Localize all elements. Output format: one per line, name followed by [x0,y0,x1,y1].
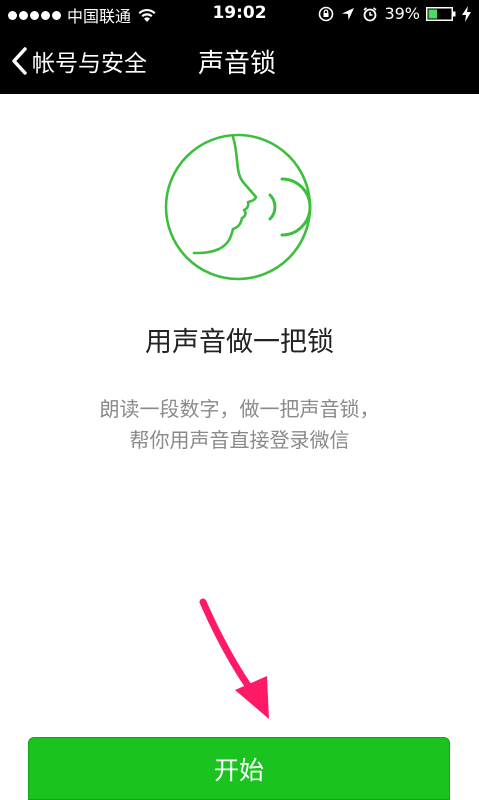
navigation-bar: 帐号与安全 声音锁 [0,28,479,94]
start-button[interactable]: 开始 [28,737,450,800]
charging-icon [462,5,471,22]
feature-description: 朗读一段数字，做一把声音锁， 帮你用声音直接登录微信 [0,394,479,456]
speaking-face-icon [164,133,312,281]
back-button[interactable]: 帐号与安全 [10,42,147,80]
page-title: 声音锁 [198,49,277,79]
location-icon [342,7,355,20]
description-line-2: 帮你用声音直接登录微信 [129,428,350,452]
back-button-label: 帐号与安全 [32,51,147,77]
battery-percent: 39% [384,4,420,23]
battery-icon [426,6,456,21]
status-right: 39% [318,4,471,23]
arrow-annotation-icon [199,598,269,719]
header: 中国联通 19:02 39% 帐号与安全 声音锁 [0,0,479,94]
feature-title: 用声音做一把锁 [145,327,334,358]
description-line-1: 朗读一段数字，做一把声音锁， [99,397,380,421]
rotation-lock-icon [319,6,334,21]
chevron-left-icon [12,47,27,75]
alarm-icon [363,6,377,21]
status-bar: 中国联通 19:02 39% [0,0,479,28]
